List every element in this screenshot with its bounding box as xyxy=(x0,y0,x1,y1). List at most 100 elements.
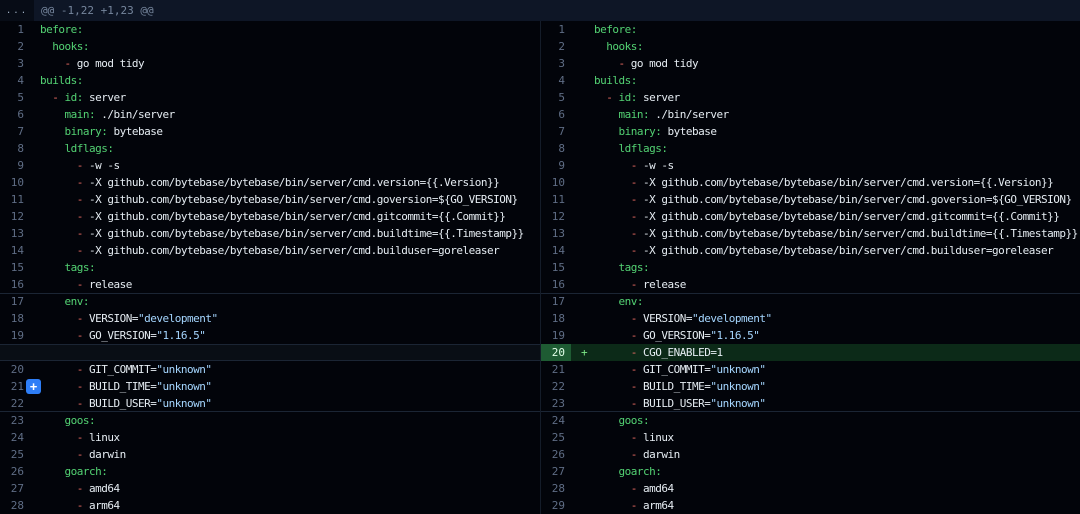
code-token-str: "development" xyxy=(692,312,772,325)
right-line-number[interactable]: 27 xyxy=(541,463,571,480)
right-line-number[interactable]: 8 xyxy=(541,140,571,157)
right-line-number[interactable]: 19 xyxy=(541,327,571,344)
right-code-line: + - CGO_ENABLED=1 xyxy=(571,344,1080,361)
left-line-number[interactable]: 14 xyxy=(0,242,30,259)
left-line-number[interactable]: 19 xyxy=(0,327,30,344)
right-line-number[interactable]: 5 xyxy=(541,89,571,106)
diff-toolbar: ... @@ -1,22 +1,23 @@ xyxy=(0,0,1080,21)
diff-row: 9 - -w -s9 - -w -s xyxy=(0,157,1080,174)
code-token-str: "1.16.5" xyxy=(156,329,205,342)
code-token-sp xyxy=(40,448,77,461)
code-token-sp xyxy=(40,482,77,495)
right-line-number[interactable]: 18 xyxy=(541,310,571,327)
right-line-number[interactable]: 17 xyxy=(541,293,571,310)
code-token-sp xyxy=(594,295,619,308)
code-token-sp xyxy=(594,397,631,410)
left-line-number[interactable]: 28 xyxy=(0,497,30,514)
left-line-number[interactable]: 24 xyxy=(0,429,30,446)
code-token-val: GIT_COMMIT= xyxy=(89,363,156,376)
left-line-number[interactable]: 13 xyxy=(0,225,30,242)
right-line-number[interactable]: 29 xyxy=(541,497,571,514)
left-line-number[interactable]: 18 xyxy=(0,310,30,327)
left-line-number[interactable]: 25 xyxy=(0,446,30,463)
diff-row: 24 - linux25 - linux xyxy=(0,429,1080,446)
left-line-number[interactable]: 17 xyxy=(0,293,30,310)
right-line-number[interactable]: 24 xyxy=(541,412,571,429)
right-line-number[interactable]: 11 xyxy=(541,191,571,208)
diff-right-half: 21 - GIT_COMMIT="unknown" xyxy=(540,361,1080,378)
left-line-number[interactable]: 1 xyxy=(0,21,30,38)
code-token-val: -X github.com/bytebase/bytebase/bin/serv… xyxy=(643,193,1072,206)
left-line-number[interactable]: 11 xyxy=(0,191,30,208)
code-token-val: -w -s xyxy=(89,159,120,172)
left-line-number[interactable]: 4 xyxy=(0,72,30,89)
diff-left-half: 20 - GIT_COMMIT="unknown" xyxy=(0,361,540,378)
right-line-number[interactable]: 16 xyxy=(541,276,571,293)
code-token-val: darwin xyxy=(89,448,126,461)
right-line-number[interactable]: 10 xyxy=(541,174,571,191)
left-line-number[interactable]: 2 xyxy=(0,38,30,55)
left-line-number[interactable]: 7 xyxy=(0,123,30,140)
right-line-number[interactable]: 21 xyxy=(541,361,571,378)
right-line-number[interactable]: 4 xyxy=(541,72,571,89)
right-line-number[interactable]: 9 xyxy=(541,157,571,174)
right-line-number[interactable]: 6 xyxy=(541,106,571,123)
left-line-number[interactable]: 23 xyxy=(0,412,30,429)
diff-right-half: 10 - -X github.com/bytebase/bytebase/bin… xyxy=(540,174,1080,191)
right-line-number[interactable]: 23 xyxy=(541,395,571,412)
left-line-number[interactable]: 5 xyxy=(0,89,30,106)
code-token-val: release xyxy=(89,278,132,291)
left-line-number[interactable]: 6 xyxy=(0,106,30,123)
left-line-number[interactable]: 9 xyxy=(0,157,30,174)
left-line-number[interactable]: 10 xyxy=(0,174,30,191)
code-token-sp xyxy=(40,40,52,53)
right-line-number[interactable]: 28 xyxy=(541,480,571,497)
diff-row: 10 - -X github.com/bytebase/bytebase/bin… xyxy=(0,174,1080,191)
left-line-number[interactable]: 20 xyxy=(0,361,30,378)
right-code-line: - -X github.com/bytebase/bytebase/bin/se… xyxy=(571,225,1080,242)
left-line-number[interactable]: 22 xyxy=(0,395,30,412)
left-line-number[interactable]: 26 xyxy=(0,463,30,480)
diff-right-half: 23 - BUILD_USER="unknown" xyxy=(540,395,1080,412)
more-options-button[interactable]: ... xyxy=(0,0,34,21)
diff-right-half: 27 goarch: xyxy=(540,463,1080,480)
right-line-number[interactable]: 1 xyxy=(541,21,571,38)
right-line-number[interactable]: 26 xyxy=(541,446,571,463)
code-token-str: "unknown" xyxy=(710,380,765,393)
right-line-number[interactable]: 20 xyxy=(541,344,571,361)
diff-left-half: 18 - VERSION="development" xyxy=(0,310,540,327)
right-line-number[interactable]: 25 xyxy=(541,429,571,446)
right-line-number[interactable]: 13 xyxy=(541,225,571,242)
left-line-number[interactable]: 15 xyxy=(0,259,30,276)
diff-right-half: 20+ - CGO_ENABLED=1 xyxy=(540,344,1080,361)
left-line-number[interactable]: 16 xyxy=(0,276,30,293)
diff-row: 13 - -X github.com/bytebase/bytebase/bin… xyxy=(0,225,1080,242)
right-line-number[interactable]: 2 xyxy=(541,38,571,55)
left-code-line: - amd64 xyxy=(30,480,540,497)
right-line-number[interactable]: 14 xyxy=(541,242,571,259)
diff-row: 7 binary: bytebase7 binary: bytebase xyxy=(0,123,1080,140)
code-token-val: -X github.com/bytebase/bytebase/bin/serv… xyxy=(89,193,518,206)
code-token-sp xyxy=(40,329,77,342)
right-line-number[interactable]: 7 xyxy=(541,123,571,140)
left-line-number[interactable]: 12 xyxy=(0,208,30,225)
right-line-number[interactable]: 15 xyxy=(541,259,571,276)
left-line-number[interactable]: 8 xyxy=(0,140,30,157)
code-token-val: amd64 xyxy=(89,482,120,495)
code-token-val: -X github.com/bytebase/bytebase/bin/serv… xyxy=(643,227,1078,240)
left-line-number[interactable]: 27 xyxy=(0,480,30,497)
code-token-key: ldflags: xyxy=(65,142,114,155)
diff-left-half: 2 hooks: xyxy=(0,38,540,55)
right-line-number[interactable]: 22 xyxy=(541,378,571,395)
diff-left-half: 19 - GO_VERSION="1.16.5" xyxy=(0,327,540,344)
diff-right-half: 11 - -X github.com/bytebase/bytebase/bin… xyxy=(540,191,1080,208)
left-code-line: binary: bytebase xyxy=(30,123,540,140)
right-line-number[interactable]: 3 xyxy=(541,55,571,72)
right-code-line: - -X github.com/bytebase/bytebase/bin/se… xyxy=(571,191,1080,208)
diff-row: 17 env:17 env: xyxy=(0,293,1080,310)
code-token-val: BUILD_USER= xyxy=(89,397,156,410)
code-token-val: linux xyxy=(89,431,120,444)
right-line-number[interactable]: 12 xyxy=(541,208,571,225)
add-comment-button[interactable]: + xyxy=(26,379,41,394)
left-line-number[interactable]: 3 xyxy=(0,55,30,72)
